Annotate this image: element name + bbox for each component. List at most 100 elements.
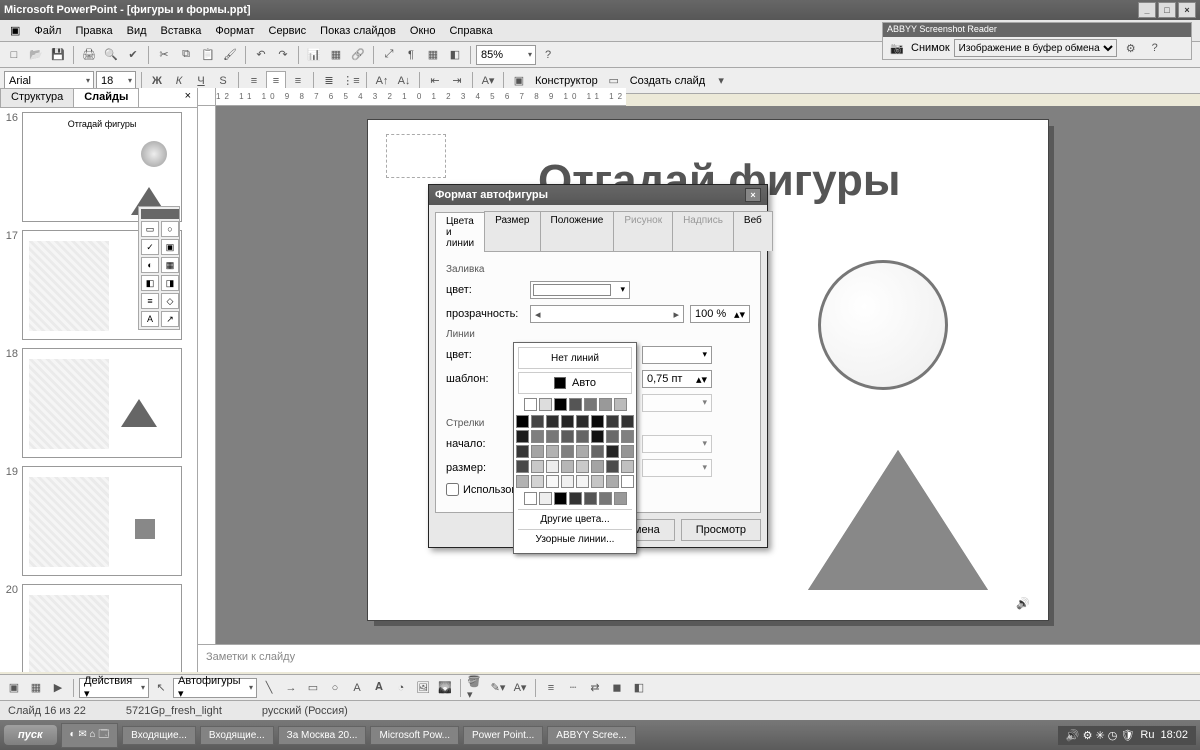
constructor-label[interactable]: Конструктор [531, 75, 602, 87]
line-icon[interactable]: ╲ [259, 678, 279, 698]
shape-btn[interactable]: ▭ [141, 221, 159, 237]
tab-slides[interactable]: Слайды [73, 88, 139, 107]
menu-help[interactable]: Справка [443, 23, 498, 39]
shape-btn[interactable]: ▦ [161, 257, 179, 273]
chart-icon[interactable]: 📊 [304, 45, 324, 65]
diagram-icon[interactable]: ◔ [391, 678, 411, 698]
color-swatch[interactable] [576, 430, 589, 443]
rectangle-icon[interactable]: ▭ [303, 678, 323, 698]
shade-swatch[interactable] [554, 492, 567, 505]
sorter-view-icon[interactable]: ▦ [26, 678, 46, 698]
redo-icon[interactable]: ↷ [273, 45, 293, 65]
color-swatch[interactable] [531, 430, 544, 443]
sound-icon[interactable]: 🔊 [1016, 597, 1030, 610]
start-button[interactable]: пуск [4, 725, 57, 745]
transparency-spinner[interactable]: 100 %▴▾ [690, 305, 750, 323]
color-swatch[interactable] [561, 460, 574, 473]
color-swatch[interactable] [546, 415, 559, 428]
help-icon[interactable]: ? [538, 45, 558, 65]
3d-style-icon[interactable]: ◧ [629, 678, 649, 698]
shape-circle[interactable] [818, 260, 948, 390]
weight-spinner[interactable]: 0,75 пт▴▾ [642, 370, 712, 388]
no-line-option[interactable]: Нет линий [518, 347, 632, 369]
undo-icon[interactable]: ↶ [251, 45, 271, 65]
color-swatch[interactable] [561, 445, 574, 458]
taskbar-item[interactable]: ABBYY Scree... [547, 726, 635, 745]
menu-edit[interactable]: Правка [69, 23, 118, 39]
shade-swatch[interactable] [584, 492, 597, 505]
menu-tools[interactable]: Сервис [263, 23, 313, 39]
menu-view[interactable]: Вид [121, 23, 153, 39]
slider-left-icon[interactable]: ◂ [535, 308, 541, 321]
menu-insert[interactable]: Вставка [155, 23, 208, 39]
wordart-icon[interactable]: 𝐀 [369, 678, 389, 698]
color-swatch[interactable] [576, 460, 589, 473]
thumbnail-19[interactable]: 19 [4, 466, 193, 576]
patterned-lines-link[interactable]: Узорные линии... [518, 529, 632, 549]
cut-icon[interactable]: ✂ [154, 45, 174, 65]
shape-btn[interactable]: ◇ [161, 293, 179, 309]
color-swatch[interactable] [591, 415, 604, 428]
destination-select[interactable]: Изображение в буфер обмена [954, 39, 1117, 57]
shade-swatch[interactable] [539, 492, 552, 505]
color-swatch[interactable] [561, 430, 574, 443]
preview-button[interactable]: Просмотр [681, 519, 761, 541]
hyperlink-icon[interactable]: 🔗 [348, 45, 368, 65]
tab-size[interactable]: Размер [484, 211, 540, 251]
shape-btn[interactable]: ◧ [141, 275, 159, 291]
color-swatch[interactable] [621, 430, 634, 443]
color-swatch[interactable] [621, 460, 634, 473]
color-swatch[interactable] [516, 445, 529, 458]
shape-btn[interactable]: ◐ [141, 257, 159, 273]
spell-icon[interactable]: ✔ [123, 45, 143, 65]
menu-file[interactable]: Файл [28, 23, 67, 39]
color-swatch[interactable] [516, 415, 529, 428]
recent-swatch[interactable] [569, 398, 582, 411]
line-style-icon[interactable]: ≡ [541, 678, 561, 698]
color-swatch[interactable] [606, 430, 619, 443]
oval-icon[interactable]: ○ [325, 678, 345, 698]
thumbnail-18[interactable]: 18 [4, 348, 193, 458]
format-painter-icon[interactable]: 🖌 [220, 45, 240, 65]
color-swatch[interactable] [546, 475, 559, 488]
open-icon[interactable]: 📂 [26, 45, 46, 65]
shade-swatch[interactable] [614, 492, 627, 505]
shade-swatch[interactable] [599, 492, 612, 505]
more-colors-link[interactable]: Другие цвета... [518, 509, 632, 529]
line-color-btn-icon[interactable]: ✎▾ [488, 678, 508, 698]
system-tray[interactable]: 🔊 ⚙ ✳ ◷ 🛡 Ru 18:02 [1058, 726, 1196, 745]
color-swatch[interactable] [516, 430, 529, 443]
thumbnails-list[interactable]: 16 Отгадай фигуры 17 18 19 20 [0, 108, 197, 672]
color-swatch[interactable] [531, 460, 544, 473]
shape-btn[interactable]: A [141, 311, 159, 327]
textbox-icon[interactable]: A [347, 678, 367, 698]
table-icon[interactable]: ▦ [326, 45, 346, 65]
color-swatch[interactable] [531, 475, 544, 488]
shape-btn[interactable]: ○ [161, 221, 179, 237]
slideshow-view-icon[interactable]: ▶ [48, 678, 68, 698]
shape-toolbar[interactable]: ▭○ ✓▣ ◐▦ ◧◨ ≡◇ A↗ [138, 206, 180, 330]
snapshot-icon[interactable]: 📷 [887, 38, 907, 58]
preview-icon[interactable]: 🔍 [101, 45, 121, 65]
color-swatch[interactable] [516, 475, 529, 488]
color-swatch[interactable] [606, 415, 619, 428]
grid-icon[interactable]: ▦ [423, 45, 443, 65]
autoshapes-menu[interactable]: Автофигуры ▾ [173, 678, 257, 698]
tab-web[interactable]: Веб [733, 211, 773, 251]
taskbar-item[interactable]: За Москва 20... [278, 726, 367, 745]
color-swatch[interactable] [621, 415, 634, 428]
shadow-style-icon[interactable]: ◼ [607, 678, 627, 698]
color-swatch[interactable] [621, 475, 634, 488]
dash-style-icon[interactable]: ┄ [563, 678, 583, 698]
color-icon[interactable]: ◧ [445, 45, 465, 65]
color-swatch[interactable] [546, 430, 559, 443]
color-swatch[interactable] [561, 475, 574, 488]
shade-swatch[interactable] [569, 492, 582, 505]
select-icon[interactable]: ↖ [151, 678, 171, 698]
dialog-close-icon[interactable]: × [745, 188, 761, 202]
shape-btn[interactable]: ✓ [141, 239, 159, 255]
color-swatch[interactable] [546, 460, 559, 473]
recent-swatch[interactable] [554, 398, 567, 411]
info-icon[interactable]: ? [1145, 38, 1165, 58]
color-swatch[interactable] [576, 445, 589, 458]
